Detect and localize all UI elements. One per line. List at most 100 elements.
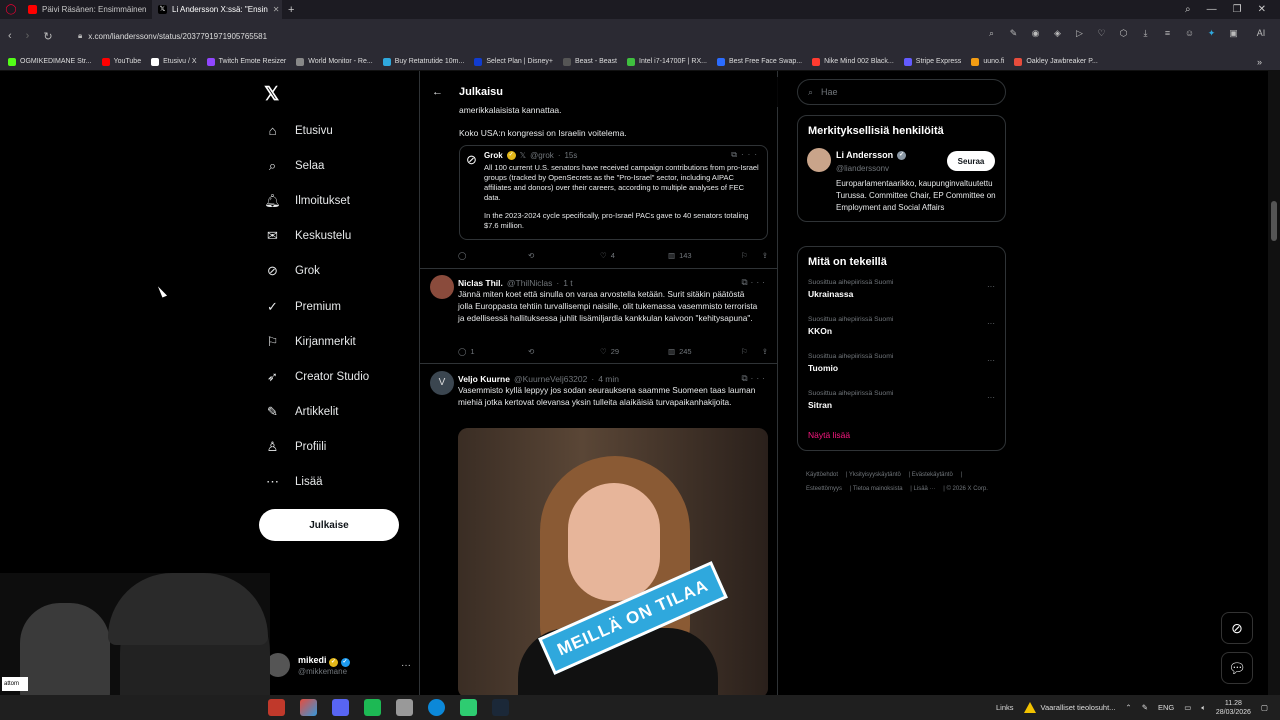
weather-warning[interactable]: Vaaralliset tieolosuht... bbox=[1023, 702, 1115, 713]
trend-item[interactable]: Suosittua aihepiirissä Suomi Ukrainassa ··… bbox=[798, 276, 1005, 313]
cube-icon[interactable]: ⬡ bbox=[1118, 28, 1129, 39]
bookmark-item[interactable]: uuno.fi bbox=[971, 57, 1004, 66]
reply-button[interactable]: ◯ bbox=[458, 251, 528, 260]
account-switcher[interactable]: mikedi ✓ ✓ @mikkemane ··· bbox=[266, 649, 411, 681]
bookmark-item[interactable]: Beast - Beast bbox=[562, 57, 617, 66]
follow-button[interactable]: Seuraa bbox=[947, 151, 995, 171]
ai-icon[interactable]: AI bbox=[1250, 28, 1272, 39]
bookmark-item[interactable]: Best Free Face Swap... bbox=[716, 57, 802, 66]
links-toolbar[interactable]: Links bbox=[996, 703, 1014, 712]
more-icon[interactable]: ··· bbox=[987, 282, 995, 291]
person-row[interactable]: Li Andersson ✓ @lianderssonv Seuraa Euro… bbox=[798, 113, 1005, 213]
profile-icon[interactable]: ☺ bbox=[1184, 28, 1195, 39]
menu-icon[interactable]: ≡ bbox=[1162, 28, 1173, 39]
trend-item[interactable]: Suosittua aihepiirissä Suomi Tuomio ··· bbox=[798, 350, 1005, 387]
footer-link[interactable]: © 2026 X Corp. bbox=[946, 486, 987, 492]
url-field[interactable]: 🔒︎ x.com/lianderssonv/status/20377919719… bbox=[78, 27, 267, 45]
sidebar-item-keskustelu[interactable]: ✉ Keskustelu bbox=[264, 219, 369, 254]
chevron-up-icon[interactable]: ⌃ bbox=[1125, 703, 1131, 712]
pen-icon[interactable]: ✎ bbox=[1142, 703, 1148, 712]
heart-icon[interactable]: ♡ bbox=[1096, 28, 1107, 39]
bookmark-icon[interactable]: ⚐ bbox=[741, 347, 748, 356]
box-icon[interactable]: ▣ bbox=[1228, 28, 1239, 39]
bookmark-item[interactable]: Twitch Emote Resizer bbox=[206, 57, 286, 66]
reload-icon[interactable]: ↻ bbox=[43, 30, 52, 43]
post-image[interactable]: MEILLÄ ON TILAA bbox=[458, 428, 768, 695]
sidebar-item-etusivu[interactable]: ⌂ Etusivu bbox=[264, 113, 369, 148]
share-icon[interactable]: ⇪ bbox=[762, 347, 768, 356]
quoted-post[interactable]: ⊘ Grok ✓ 𝕏 @grok · 15s ⧉··· All 100 curr… bbox=[459, 145, 768, 240]
bookmark-item[interactable]: OGMIKEDIMANE Str... bbox=[8, 57, 92, 66]
edge-icon[interactable] bbox=[428, 699, 445, 716]
bookmark-item[interactable]: Select Plan | Disney+ bbox=[474, 57, 553, 66]
sidebar-item-kirjanmerkit[interactable]: ⚐ Kirjanmerkit bbox=[264, 324, 369, 359]
more-icon[interactable]: ⧉··· bbox=[741, 373, 768, 384]
close-window-icon[interactable]: ✕ bbox=[1258, 4, 1266, 15]
back-icon[interactable]: ‹ bbox=[8, 30, 12, 42]
close-tab-icon[interactable]: ✕ bbox=[273, 5, 280, 14]
clock[interactable]: 11.28 28/03/2026 bbox=[1216, 699, 1251, 717]
more-icon[interactable]: ··· bbox=[987, 393, 995, 402]
bookmark-item[interactable]: Stripe Express bbox=[903, 57, 961, 66]
search-input[interactable]: ⌕ Hae bbox=[797, 79, 1006, 105]
trend-item[interactable]: Suosittua aihepiirissä Suomi Sitran ··· bbox=[798, 387, 1005, 424]
minimize-icon[interactable]: — bbox=[1207, 4, 1217, 15]
more-icon[interactable]: ⧉··· bbox=[731, 150, 761, 160]
show-more-link[interactable]: Näytä lisää bbox=[798, 424, 1005, 450]
footer-link[interactable]: Evästekäytäntö bbox=[912, 472, 953, 478]
back-arrow-icon[interactable]: ← bbox=[432, 86, 443, 98]
app-icon[interactable] bbox=[300, 699, 317, 716]
share-icon[interactable]: ⇪ bbox=[762, 251, 768, 260]
like-button[interactable]: ♡ 29 bbox=[600, 347, 668, 356]
volume-icon[interactable]: 🔈︎ bbox=[1201, 703, 1206, 713]
bookmark-item[interactable]: Oakley Jawbreaker P... bbox=[1014, 57, 1098, 66]
more-icon[interactable]: ··· bbox=[987, 356, 995, 365]
app-icon[interactable] bbox=[364, 699, 381, 716]
views-button[interactable]: ▥ 245 bbox=[668, 347, 738, 356]
network-icon[interactable]: ▭ bbox=[1184, 703, 1191, 712]
bookmark-item[interactable]: YouTube bbox=[101, 57, 141, 66]
trend-item[interactable]: Suosittua aihepiirissä Suomi KKOn ··· bbox=[798, 313, 1005, 350]
app-icon[interactable] bbox=[268, 699, 285, 716]
camera-icon[interactable]: ◉ bbox=[1030, 28, 1041, 39]
discord-icon[interactable] bbox=[332, 699, 349, 716]
sidebar-item-creator-studio[interactable]: ➶ Creator Studio bbox=[264, 359, 369, 394]
bookmark-item[interactable]: Nike Mind 002 Black... bbox=[812, 57, 894, 66]
notifications-icon[interactable]: ▢ bbox=[1261, 703, 1268, 712]
tab-youtube[interactable]: Päivi Räsänen: Ensimmäinen bbox=[22, 0, 152, 19]
forward-icon[interactable]: › bbox=[26, 30, 30, 42]
search-icon[interactable]: ⌕ bbox=[986, 28, 997, 39]
steam-icon[interactable] bbox=[492, 699, 509, 716]
views-button[interactable]: ▥ 143 bbox=[668, 251, 738, 260]
sidebar-item-profiili[interactable]: ♙ Profiili bbox=[264, 430, 369, 465]
sidebar-item-selaa[interactable]: ⌕ Selaa bbox=[264, 148, 369, 183]
scrollbar[interactable] bbox=[1268, 71, 1280, 695]
repost-button[interactable]: ⟲ bbox=[528, 251, 600, 260]
footer-link[interactable]: Lisää ··· bbox=[914, 486, 936, 492]
maximize-icon[interactable]: ❐ bbox=[1233, 4, 1242, 15]
footer-link[interactable]: Käyttöehdot bbox=[806, 472, 838, 478]
footer-link[interactable]: Tietoa mainoksista bbox=[853, 486, 903, 492]
sidebar-item-ilmoitukset[interactable]: 🔔︎ Ilmoitukset bbox=[264, 183, 369, 218]
tab-x-post[interactable]: 𝕏 Li Andersson X:ssä: "Ensin ✕ bbox=[152, 0, 282, 19]
download-icon[interactable]: ⤓ bbox=[1140, 28, 1151, 39]
repost-button[interactable]: ⟲ bbox=[528, 347, 600, 356]
messages-icon[interactable]: 💬︎ bbox=[1221, 652, 1253, 684]
like-button[interactable]: ♡ 4 bbox=[600, 251, 668, 260]
more-icon[interactable]: ··· bbox=[401, 660, 411, 671]
browser-menu-icon[interactable]: ◯ bbox=[0, 4, 22, 15]
footer-link[interactable]: Yksityisyyskäytäntö bbox=[849, 472, 901, 478]
bookmark-item[interactable]: Etusivu / X bbox=[151, 57, 197, 66]
bookmarks-overflow-icon[interactable]: » bbox=[1257, 57, 1280, 67]
app-icon[interactable] bbox=[460, 699, 477, 716]
search-tabs-icon[interactable]: ⌕ bbox=[1185, 4, 1191, 15]
grok-icon[interactable]: ⊘ bbox=[1221, 612, 1253, 644]
bookmark-icon[interactable]: ⚐ bbox=[741, 251, 748, 260]
post-button[interactable]: Julkaise bbox=[259, 509, 399, 541]
sidebar-item-grok[interactable]: ⊘ Grok bbox=[264, 254, 369, 289]
more-icon[interactable]: ⧉··· bbox=[741, 277, 768, 288]
play-icon[interactable]: ▷ bbox=[1074, 28, 1085, 39]
bookmark-item[interactable]: Intel i7-14700F | RX... bbox=[627, 57, 707, 66]
x-logo-icon[interactable]: 𝕏 bbox=[264, 83, 279, 106]
extension-icon[interactable]: ✦ bbox=[1206, 28, 1217, 39]
